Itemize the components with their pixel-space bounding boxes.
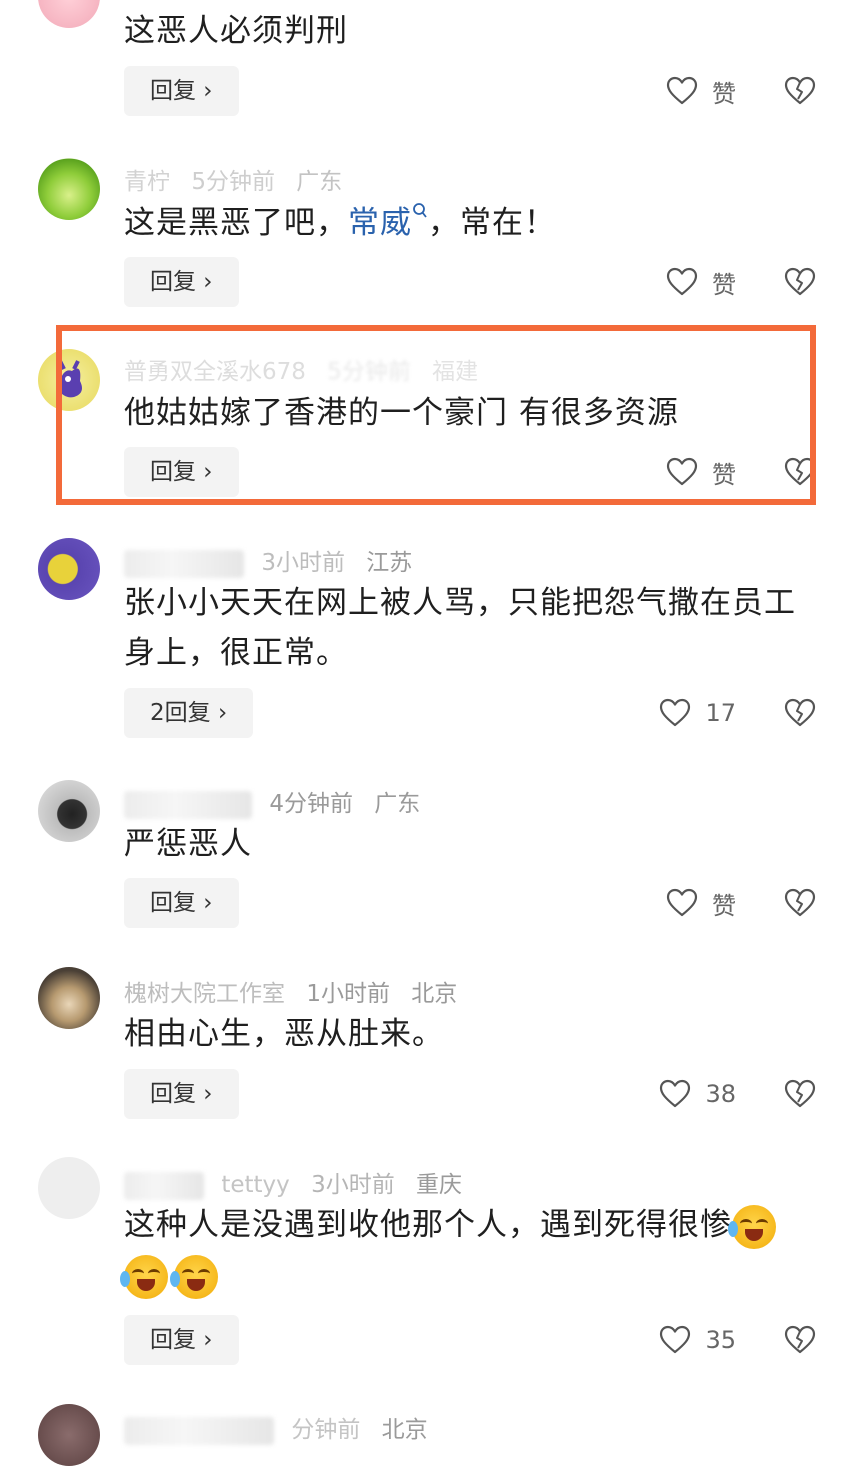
blurred-username-prefix — [124, 1171, 204, 1200]
location: 广东 — [296, 169, 343, 195]
comment-meta: 普勇双全溪水678 5分钟前 福建 — [124, 352, 492, 386]
avatar[interactable] — [38, 780, 100, 842]
dislike-button[interactable] — [784, 1069, 816, 1119]
like-button[interactable]: 赞 — [666, 66, 736, 116]
time: 1小时前 — [306, 981, 390, 1007]
avatar[interactable] — [38, 349, 100, 411]
location: 福建 — [432, 359, 479, 385]
comment-text: 严惩恶人 — [124, 826, 252, 862]
location: 北京 — [381, 1417, 428, 1443]
like-button[interactable]: 35 — [659, 1315, 736, 1365]
dislike-button[interactable] — [784, 878, 816, 928]
text-segment: ，常在！ — [428, 205, 556, 241]
blurred-username — [124, 1416, 274, 1445]
reply-button[interactable]: 回复 › — [124, 878, 239, 928]
time: 5分钟前 — [191, 169, 275, 195]
comment-meta: 分钟前 北京 — [124, 1410, 442, 1445]
search-icon — [413, 202, 427, 218]
location: 广东 — [374, 791, 421, 817]
avatar[interactable] — [38, 1404, 100, 1466]
like-count: 17 — [705, 699, 736, 727]
reply-button[interactable]: 回复 › — [124, 1069, 239, 1119]
avatar[interactable] — [38, 538, 100, 600]
laughing-crying-emoji — [170, 1254, 218, 1299]
dislike-button[interactable] — [784, 688, 816, 738]
text-segment: 这种人是没遇到收他那个人，遇到死得很惨 — [124, 1207, 732, 1243]
comment-text: 张小小天天在网上被人骂，只能把怨气撒在员工身上，很正常。 — [124, 585, 796, 671]
comment-meta: 3小时前 江苏 — [124, 543, 426, 578]
comment-meta: 青柠 5分钟前 广东 — [124, 162, 356, 196]
broken-heart-icon — [784, 266, 816, 298]
broken-heart-icon — [784, 456, 816, 488]
like-count: 赞 — [712, 79, 736, 108]
like-button[interactable]: 赞 — [666, 878, 736, 928]
comment-meta: 槐树大院工作室 1小时前 北京 — [124, 974, 471, 1008]
username[interactable]: 普勇双全溪水678 — [124, 359, 306, 385]
avatar[interactable] — [38, 158, 100, 220]
reply-button[interactable]: 回复 › — [124, 447, 239, 497]
broken-heart-icon — [784, 75, 816, 107]
username[interactable]: tettyy — [221, 1172, 289, 1198]
like-count: 38 — [705, 1080, 736, 1108]
username[interactable]: 青柠 — [124, 169, 170, 195]
location: 江苏 — [366, 550, 413, 576]
text-segment: 这是黑恶了吧， — [124, 205, 348, 241]
time: 5分钟前 — [327, 359, 411, 385]
comment-text: 这恶人必须判刑 — [124, 13, 348, 49]
avatar[interactable] — [38, 967, 100, 1029]
blurred-username — [124, 549, 244, 578]
time: 3小时前 — [311, 1172, 395, 1198]
heart-icon — [666, 266, 698, 298]
broken-heart-icon — [784, 1078, 816, 1110]
like-button[interactable]: 赞 — [666, 257, 736, 307]
comment-text: 相由心生，恶从肚来。 — [124, 1016, 444, 1052]
comment-text: 他姑姑嫁了香港的一个豪门 有很多资源 — [124, 395, 679, 431]
broken-heart-icon — [784, 1324, 816, 1356]
comment-text: 这种人是没遇到收他那个人，遇到死得很惨 — [120, 1200, 840, 1300]
comment-meta: 4分钟前 广东 — [124, 784, 434, 819]
comment-text: 这是黑恶了吧，常威 ，常在！ — [124, 198, 820, 248]
like-button[interactable]: 17 — [659, 688, 736, 738]
heart-icon — [659, 1078, 691, 1110]
reply-button[interactable]: 回复 › — [124, 66, 239, 116]
dislike-button[interactable] — [784, 447, 816, 497]
heart-icon — [659, 697, 691, 729]
time: 分钟前 — [291, 1417, 361, 1443]
time: 3小时前 — [261, 550, 345, 576]
like-count: 35 — [705, 1326, 736, 1354]
link-text[interactable]: 常威 — [348, 205, 412, 241]
blurred-username — [124, 790, 252, 819]
location: 北京 — [411, 981, 458, 1007]
like-button[interactable]: 38 — [659, 1069, 736, 1119]
cartoon-avatar-icon — [58, 360, 82, 398]
username[interactable]: 槐树大院工作室 — [124, 981, 285, 1007]
heart-icon — [666, 887, 698, 919]
time: 4分钟前 — [269, 791, 353, 817]
heart-icon — [659, 1324, 691, 1356]
reply-button[interactable]: 回复 › — [124, 257, 239, 307]
reply-button[interactable]: 2回复 › — [124, 688, 254, 738]
like-button[interactable]: 赞 — [666, 447, 736, 497]
laughing-crying-emoji — [728, 1204, 776, 1249]
location: 重庆 — [416, 1172, 463, 1198]
comment-meta: tettyy 3小时前 重庆 — [124, 1165, 476, 1200]
broken-heart-icon — [784, 887, 816, 919]
like-count: 赞 — [712, 891, 736, 920]
like-count: 赞 — [712, 270, 736, 299]
dislike-button[interactable] — [784, 66, 816, 116]
dislike-button[interactable] — [784, 1315, 816, 1365]
avatar[interactable] — [38, 0, 100, 28]
reply-button[interactable]: 回复 › — [124, 1315, 239, 1365]
broken-heart-icon — [784, 697, 816, 729]
heart-icon — [666, 456, 698, 488]
avatar[interactable] — [38, 1157, 100, 1219]
laughing-crying-emoji — [120, 1254, 168, 1299]
search-link[interactable]: 常威 — [348, 202, 428, 241]
dislike-button[interactable] — [784, 257, 816, 307]
heart-icon — [666, 75, 698, 107]
like-count: 赞 — [712, 460, 736, 489]
